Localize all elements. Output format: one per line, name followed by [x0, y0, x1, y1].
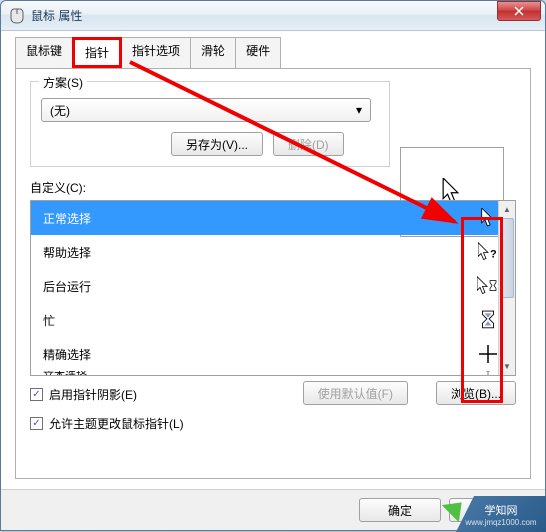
- svg-text:?: ?: [490, 249, 497, 261]
- scroll-down-icon[interactable]: ▼: [499, 358, 515, 375]
- tab-body: 方案(S) (无) ▾ 另存为(V)... 删除(D) 自定义(C): 正常选择: [15, 69, 531, 479]
- watermark-url: www.jmqz1000.com: [465, 518, 536, 527]
- cursor-name: 正常选择: [43, 210, 91, 227]
- scheme-selected-value: (无): [50, 102, 70, 119]
- cursor-name: 帮助选择: [43, 244, 91, 261]
- tab-pointers[interactable]: 指针: [72, 37, 122, 68]
- list-item[interactable]: 忙: [31, 303, 515, 337]
- shadow-checkbox[interactable]: ✓: [30, 388, 43, 401]
- cursor-name: 忙: [43, 312, 55, 329]
- close-button[interactable]: [497, 1, 541, 21]
- mouse-icon: [9, 8, 25, 24]
- scroll-up-icon[interactable]: ▲: [499, 201, 515, 218]
- save-as-button[interactable]: 另存为(V)...: [171, 132, 263, 156]
- tab-strip: 鼠标键 指针 指针选项 滑轮 硬件: [15, 37, 531, 69]
- scrollbar[interactable]: ▲ ▼: [498, 201, 515, 375]
- tab-buttons[interactable]: 鼠标键: [15, 37, 73, 68]
- defaults-button: 使用默认值(F): [303, 381, 408, 405]
- cursor-name: 精确选择: [43, 346, 91, 363]
- titlebar[interactable]: 鼠标 属性: [1, 1, 545, 31]
- tab-pointer-options[interactable]: 指针选项: [121, 37, 191, 68]
- window-title: 鼠标 属性: [31, 7, 497, 24]
- cursor-name: 后台运行: [43, 278, 91, 295]
- list-item[interactable]: 文本选择: [31, 371, 515, 376]
- chevron-down-icon: ▾: [356, 103, 362, 117]
- delete-button: 删除(D): [273, 132, 344, 156]
- list-item[interactable]: 精确选择: [31, 337, 515, 371]
- list-item[interactable]: 正常选择: [31, 201, 515, 235]
- scroll-thumb[interactable]: [500, 218, 514, 298]
- watermark-name: 学知网: [485, 502, 518, 518]
- mouse-properties-window: 鼠标 属性 鼠标键 指针 指针选项 滑轮 硬件 方案(S) (无) ▾ 另存为(…: [0, 0, 546, 531]
- ok-button[interactable]: 确定: [359, 498, 441, 522]
- scheme-select[interactable]: (无) ▾: [41, 98, 371, 122]
- cursor-list: 正常选择 帮助选择 ? 后台运行 忙 精确选择: [30, 200, 516, 376]
- list-item[interactable]: 帮助选择 ?: [31, 235, 515, 269]
- theme-checkbox-label: 允许主题更改鼠标指针(L): [49, 415, 184, 432]
- theme-checkbox-row: ✓ 允许主题更改鼠标指针(L): [30, 415, 516, 432]
- scheme-label: 方案(S): [39, 74, 87, 91]
- theme-checkbox[interactable]: ✓: [30, 417, 43, 430]
- tab-hardware[interactable]: 硬件: [235, 37, 281, 68]
- tab-wheel[interactable]: 滑轮: [190, 37, 236, 68]
- scheme-group: 方案(S) (无) ▾ 另存为(V)... 删除(D): [30, 81, 390, 167]
- browse-button[interactable]: 浏览(B)...: [436, 381, 516, 405]
- content-area: 鼠标键 指针 指针选项 滑轮 硬件 方案(S) (无) ▾ 另存为(V)... …: [1, 31, 545, 489]
- cursor-name: 文本选择: [43, 371, 87, 376]
- list-item[interactable]: 后台运行: [31, 269, 515, 303]
- shadow-checkbox-label: 启用指针阴影(E): [49, 386, 137, 403]
